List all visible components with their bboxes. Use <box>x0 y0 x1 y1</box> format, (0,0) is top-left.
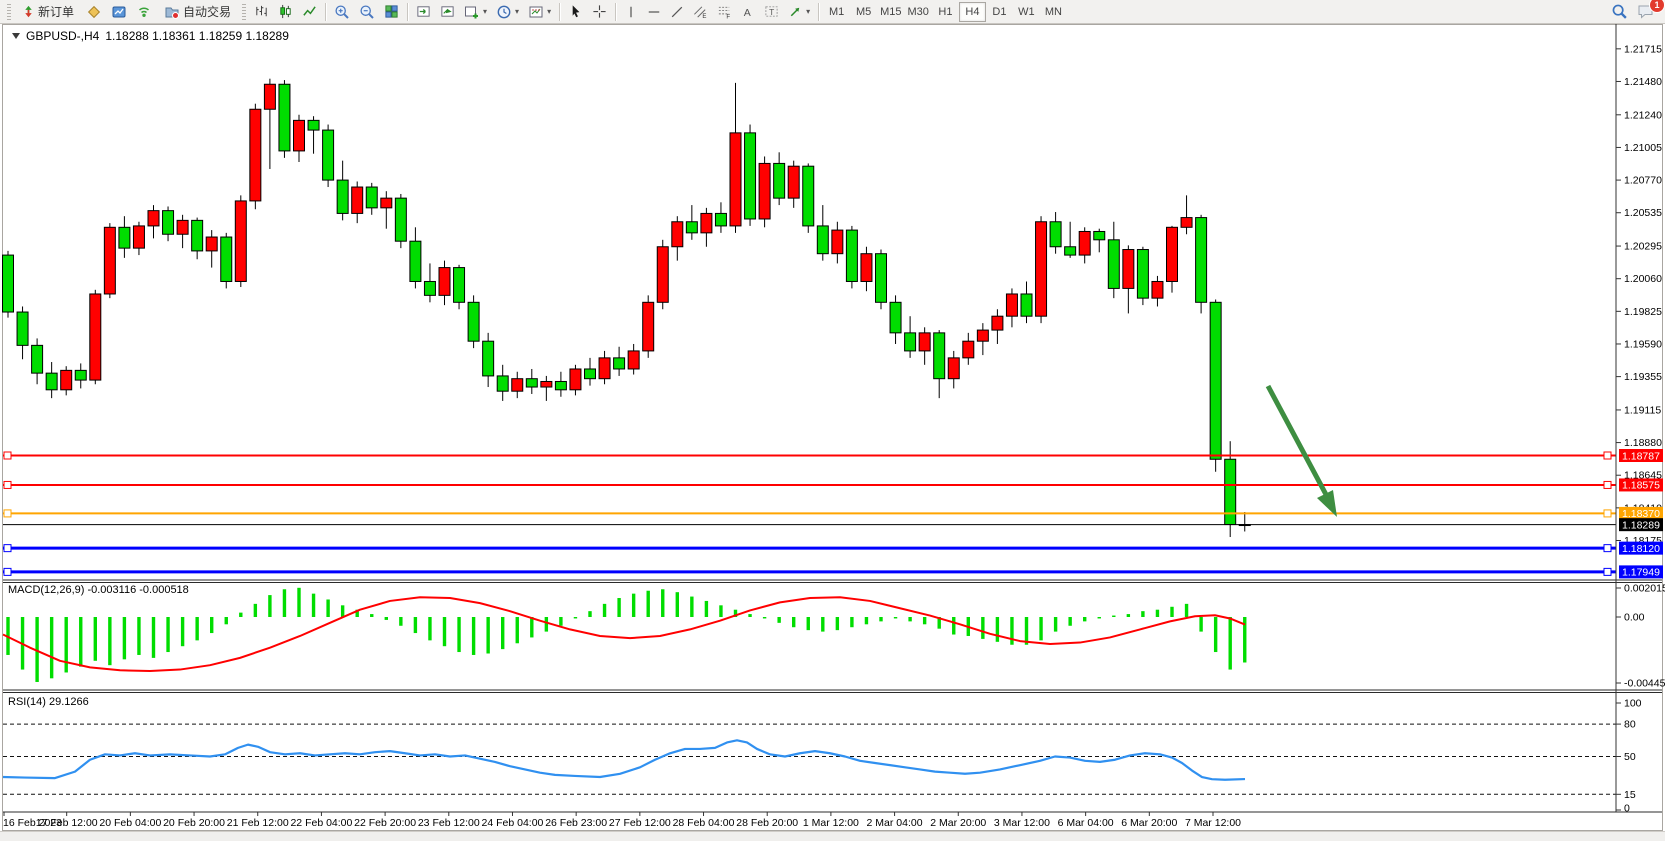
chevron-down-icon: ▾ <box>515 8 519 16</box>
rsi-pane-resize-handle[interactable] <box>3 688 1616 695</box>
chart-shift-button[interactable] <box>412 1 435 23</box>
data-window-button[interactable] <box>107 1 131 23</box>
zoom-in-icon <box>334 4 350 20</box>
timeframe-H4[interactable]: H4 <box>959 2 986 22</box>
timeframe-M1[interactable]: M1 <box>823 2 850 22</box>
symbol-period-label: GBPUSD-,H4 <box>26 29 99 43</box>
svg-text:T: T <box>769 7 774 17</box>
market-watch-button[interactable] <box>82 1 106 23</box>
chart-autoscroll-button[interactable] <box>436 1 459 23</box>
text-label-icon: T <box>764 4 779 19</box>
toolbar-separator <box>407 3 408 21</box>
chevron-down-icon: ▾ <box>806 8 810 16</box>
vertical-line-button[interactable] <box>620 1 642 23</box>
macd-indicator-header: MACD(12,26,9) -0.003116 -0.000518 <box>8 584 189 596</box>
fibonacci-icon: F <box>717 4 732 19</box>
crosshair-button[interactable] <box>588 1 611 23</box>
periods-button[interactable]: ▾ <box>492 1 523 23</box>
trendline-button[interactable] <box>666 1 688 23</box>
search-button[interactable] <box>1607 1 1632 23</box>
toolbar-separator <box>615 3 616 21</box>
auto-trading-button[interactable]: 自动交易 <box>157 1 238 23</box>
new-chart-button[interactable]: ▾ <box>460 1 491 23</box>
macd-pane-resize-handle[interactable] <box>3 577 1616 584</box>
candlestick-chart-button[interactable] <box>274 1 297 23</box>
signal-icon <box>136 4 152 20</box>
toolbar-grip <box>242 4 246 20</box>
templates-button[interactable]: ▾ <box>524 1 555 23</box>
line-chart-button[interactable] <box>298 1 321 23</box>
equidistant-channel-icon: E <box>693 4 708 19</box>
symbol-dropdown-icon[interactable] <box>12 33 20 39</box>
blue-chart-icon <box>111 4 127 20</box>
timeframe-M5[interactable]: M5 <box>850 2 877 22</box>
rsi-line <box>3 740 1245 779</box>
chevron-down-icon: ▾ <box>547 8 551 16</box>
chart-plot-area[interactable] <box>3 24 1616 577</box>
auto-trading-icon <box>164 4 180 20</box>
line-chart-icon <box>302 4 317 19</box>
toolbar-separator <box>818 3 819 21</box>
toolbar-separator <box>325 3 326 21</box>
arrows-button[interactable]: ▾ <box>784 1 814 23</box>
zoom-out-button[interactable] <box>355 1 379 23</box>
svg-text:F: F <box>726 14 730 19</box>
equidistant-channel-button[interactable]: E <box>689 1 712 23</box>
crosshair-icon <box>592 4 607 19</box>
clock-icon <box>496 4 512 20</box>
cursor-icon <box>568 4 583 19</box>
timeframe-D1[interactable]: D1 <box>986 2 1013 22</box>
timeframe-M15[interactable]: M15 <box>877 2 904 22</box>
ohlc-values: 1.18288 1.18361 1.18259 1.18289 <box>105 29 289 43</box>
svg-text:E: E <box>702 13 706 19</box>
svg-text:A: A <box>744 6 751 18</box>
price-axis[interactable] <box>1616 24 1665 812</box>
timeframe-group: M1M5M15M30H1H4D1W1MN <box>823 2 1067 22</box>
timeframe-H1[interactable]: H1 <box>932 2 959 22</box>
rsi-indicator-header: RSI(14) 29.1266 <box>8 696 89 708</box>
search-icon <box>1611 3 1628 20</box>
auto-trading-label: 自动交易 <box>183 3 231 20</box>
macd-signal-line <box>3 597 1245 671</box>
notification-badge[interactable]: 1 <box>1649 0 1665 13</box>
chevron-down-icon: ▾ <box>483 8 487 16</box>
bar-chart-icon <box>254 4 269 19</box>
time-axis[interactable] <box>3 812 1616 831</box>
templates-icon <box>528 4 544 20</box>
bar-chart-button[interactable] <box>250 1 273 23</box>
timeframe-M30[interactable]: M30 <box>905 2 932 22</box>
timeframe-MN[interactable]: MN <box>1040 2 1067 22</box>
fibonacci-button[interactable]: F <box>713 1 736 23</box>
chart-title: GBPUSD-,H4 1.18288 1.18361 1.18259 1.182… <box>12 29 289 43</box>
new-order-icon <box>22 5 35 18</box>
new-chart-icon <box>464 4 480 20</box>
new-order-label: 新订单 <box>38 3 74 20</box>
signals-button[interactable] <box>132 1 156 23</box>
text-button[interactable]: A <box>737 1 759 23</box>
horizontal-line-icon <box>647 5 661 19</box>
text-label-button[interactable]: T <box>760 1 783 23</box>
gold-diamond-icon <box>86 4 102 20</box>
horizontal-line-button[interactable] <box>643 1 665 23</box>
zoom-out-icon <box>359 4 375 20</box>
toolbar-grip <box>7 4 11 20</box>
tile-windows-icon <box>384 4 399 19</box>
rsi-levels <box>3 724 1616 794</box>
toolbar-separator <box>559 3 560 21</box>
candlestick-chart-icon <box>278 4 293 19</box>
chart-shift-icon <box>416 4 431 19</box>
tile-windows-button[interactable] <box>380 1 403 23</box>
cursor-button[interactable] <box>564 1 587 23</box>
vertical-line-icon <box>624 5 638 19</box>
zoom-in-button[interactable] <box>330 1 354 23</box>
chart-autoscroll-icon <box>440 4 455 19</box>
main-toolbar: 新订单 自动交易 <box>0 0 1665 24</box>
arrows-icon <box>788 4 803 19</box>
text-icon: A <box>741 5 755 19</box>
new-order-button[interactable]: 新订单 <box>15 1 81 23</box>
trendline-icon <box>670 5 684 19</box>
timeframe-W1[interactable]: W1 <box>1013 2 1040 22</box>
